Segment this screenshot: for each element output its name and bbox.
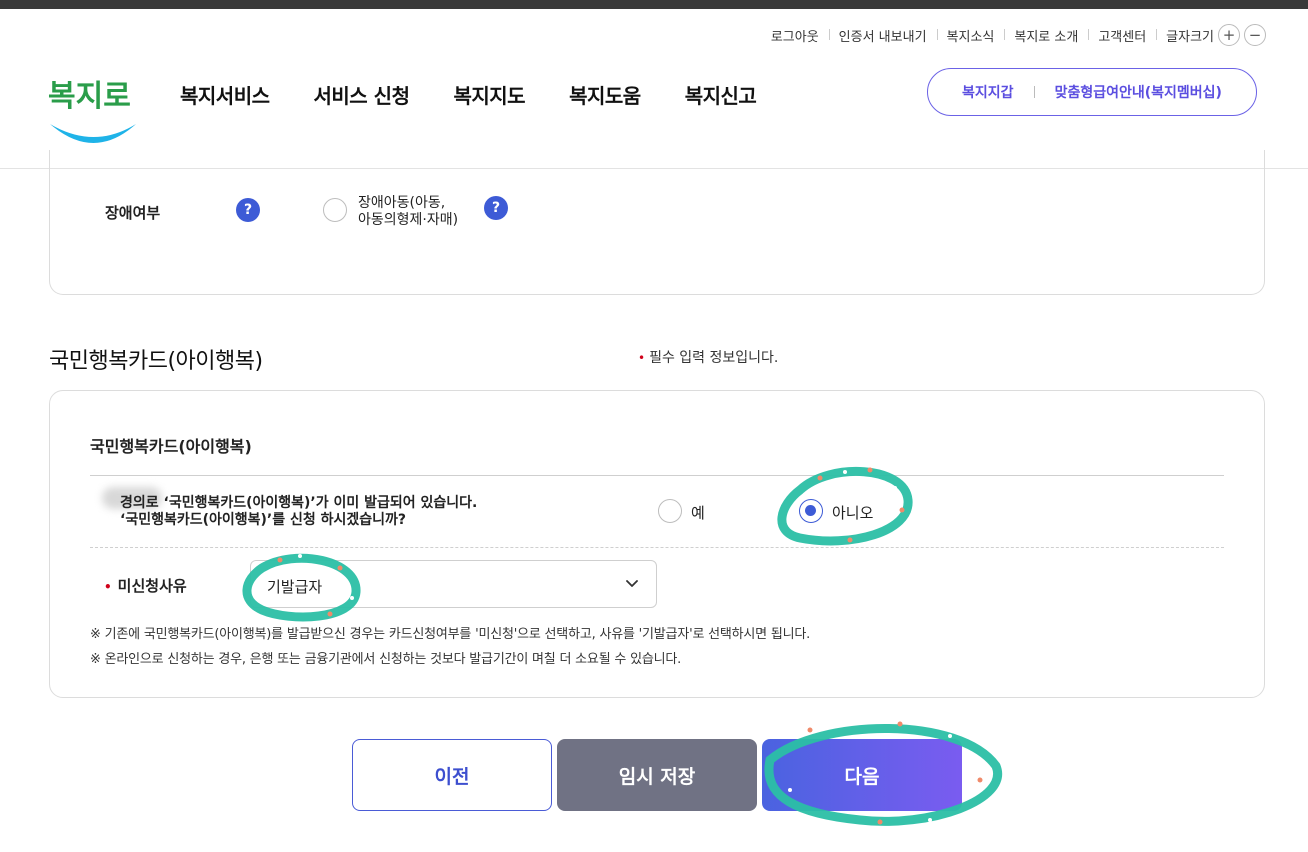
temp-save-button[interactable]: 임시 저장 bbox=[557, 739, 757, 811]
next-button[interactable]: 다음 bbox=[762, 739, 962, 811]
prev-button[interactable]: 이전 bbox=[352, 739, 552, 811]
pill-divider bbox=[1033, 86, 1035, 98]
help-icon[interactable]: ? bbox=[236, 198, 260, 222]
card-title: 국민행복카드(아이행복) bbox=[90, 437, 252, 456]
browser-top-strip bbox=[0, 0, 1308, 9]
customer-center-link[interactable]: 고객센터 bbox=[1088, 26, 1156, 45]
disability-label: 장애여부 bbox=[105, 204, 161, 222]
required-dot: • bbox=[104, 580, 112, 594]
main-navigation: 복지서비스 서비스 신청 복지지도 복지도움 복지신고 bbox=[180, 80, 800, 109]
required-dot: • bbox=[638, 351, 646, 365]
reason-select-value: 기발급자 bbox=[267, 578, 323, 596]
logout-link[interactable]: 로그아웃 bbox=[761, 26, 829, 45]
no-label[interactable]: 아니오 bbox=[832, 502, 873, 523]
bokjiro-logo[interactable]: 복지로 bbox=[46, 62, 142, 152]
guide-note-1: ※ 기존에 국민행복카드(아이행복)를 발급받으신 경우는 카드신청여부를 '미… bbox=[90, 627, 811, 642]
reason-label: • 미신청사유 bbox=[104, 577, 187, 595]
about-bokjiro-link[interactable]: 복지로 소개 bbox=[1004, 26, 1088, 45]
yes-radio[interactable] bbox=[658, 499, 682, 523]
welfare-wallet-link[interactable]: 복지지갑 bbox=[962, 82, 1014, 102]
font-increase-button[interactable]: + bbox=[1218, 24, 1240, 46]
disability-card bbox=[49, 150, 1265, 295]
reason-select[interactable]: 기발급자 bbox=[250, 560, 657, 608]
quick-links-pill: 복지지갑 맞춤형급여안내(복지멤버십) bbox=[927, 68, 1257, 116]
required-note: • 필수 입력 정보입니다. bbox=[638, 350, 779, 366]
nav-welfare-map[interactable]: 복지지도 bbox=[453, 80, 525, 109]
logo-text: 복지로 bbox=[48, 79, 131, 114]
disability-option-label: 장애아동(아동, 아동의형제·자매) bbox=[358, 195, 459, 228]
font-decrease-button[interactable]: − bbox=[1244, 24, 1266, 46]
nav-welfare-service[interactable]: 복지서비스 bbox=[180, 80, 270, 109]
nav-service-apply[interactable]: 서비스 신청 bbox=[314, 80, 410, 109]
utility-bar: 로그아웃 인증서 내보내기 복지소식 복지로 소개 고객센터 글자크기 + − bbox=[761, 24, 1266, 46]
row-divider bbox=[90, 547, 1224, 548]
guide-note-2: ※ 온라인으로 신청하는 경우, 은행 또는 금융기관에서 신청하는 것보다 발… bbox=[90, 652, 682, 667]
section-title: 국민행복카드(아이행복) bbox=[49, 349, 263, 374]
help-icon[interactable]: ? bbox=[484, 196, 508, 220]
card-question: 경의로 ‘국민행복카드(아이행복)’가 이미 발급되어 있습니다. ‘국민행복카… bbox=[120, 495, 478, 528]
card-divider bbox=[90, 475, 1224, 476]
nav-welfare-help[interactable]: 복지도움 bbox=[569, 80, 641, 109]
chevron-down-icon bbox=[626, 580, 638, 587]
export-certificate-link[interactable]: 인증서 내보내기 bbox=[828, 26, 937, 45]
font-size-label: 글자크기 bbox=[1156, 26, 1214, 45]
disability-child-radio[interactable] bbox=[323, 198, 347, 222]
yes-label[interactable]: 예 bbox=[691, 502, 705, 523]
nav-welfare-report[interactable]: 복지신고 bbox=[685, 80, 757, 109]
welfare-news-link[interactable]: 복지소식 bbox=[936, 26, 1005, 45]
welfare-membership-link[interactable]: 맞춤형급여안내(복지멤버십) bbox=[1055, 82, 1222, 102]
no-radio[interactable] bbox=[799, 499, 823, 523]
